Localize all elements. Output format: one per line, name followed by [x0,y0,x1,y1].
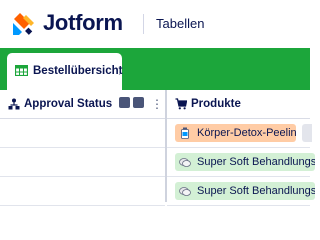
column-label: Approval Status [24,98,113,110]
tab-bar: Bestellübersicht ⋮ [0,48,310,90]
bottle-icon [181,127,189,139]
product-name: Körper-Detox-Peeling [197,127,296,139]
jotform-logo-icon[interactable] [10,11,36,37]
column-label: Produkte [191,98,241,110]
tab-more-icon[interactable]: ⋮ [114,64,125,78]
logo-wordmark[interactable]: Jotform [43,10,123,36]
product-chip[interactable]: Körper-Detox-Peeling [175,124,296,142]
column-header-produkte[interactable]: Produkte [167,90,310,119]
product-chip[interactable]: Super Soft Behandlungs-Crème [175,182,315,200]
table-cell-produkte[interactable]: Super Soft Behandlungs-Crème [167,148,315,177]
column-header-approval-status[interactable]: Approval Status ⋮ [0,90,165,119]
column-toggle-icon[interactable] [119,97,130,108]
product-name: Super Soft Behandlungs-Crème [197,185,315,197]
header-divider [143,14,144,34]
table-cell-produkte[interactable]: Körper-Detox-Peeling [167,119,312,148]
data-table: Approval Status ⋮ Produkte Körper-Detox-… [0,90,315,206]
tab-bestelluebersicht[interactable]: Bestellübersicht ⋮ [7,53,125,90]
table-cell-produkte[interactable]: Super Soft Behandlungs-Crème [167,177,315,206]
table-cell-approval-status[interactable] [0,148,165,177]
app-name: Tabellen [156,16,205,31]
column-lock-icon[interactable] [133,97,144,108]
slippers-icon [179,158,191,167]
table-cell-approval-status[interactable] [0,177,165,206]
column-more-icon[interactable]: ⋮ [151,96,163,112]
table-cell-approval-status[interactable] [0,119,165,148]
approval-flow-icon [8,98,20,110]
product-chip-more[interactable] [302,124,312,142]
product-chip[interactable]: Super Soft Behandlungs-Crème [175,153,315,171]
slippers-icon [179,187,191,196]
table-grid-icon [15,65,28,76]
product-name: Super Soft Behandlungs-Crème [197,156,315,168]
top-bar: Jotform Tabellen [0,0,310,48]
tab-label: Bestellübersicht [33,65,123,77]
shopping-cart-icon [175,98,187,110]
